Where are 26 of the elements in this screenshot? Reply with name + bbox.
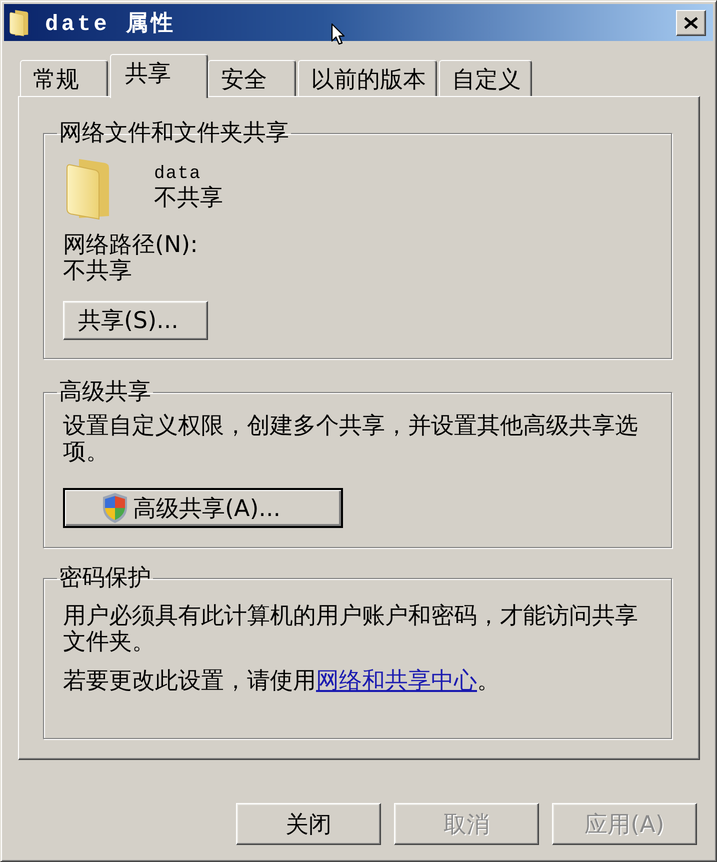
shield-icon (101, 492, 129, 524)
window-title: date 属性 (45, 10, 176, 38)
description-text: 用户必须具有此计算机的用户账户和密码，才能访问共享文件夹。 (63, 603, 639, 655)
tab[interactable]: 自定义 (439, 60, 532, 96)
group-title: 高级共享 (58, 379, 152, 405)
share-button[interactable]: 共享(S)... (63, 301, 208, 340)
close-button[interactable]: 关闭 (236, 803, 381, 845)
network-path-value: 不共享 (63, 258, 133, 284)
advanced-sharing-button[interactable]: 高级共享(A)... (63, 488, 343, 528)
mouse-cursor-icon (331, 23, 345, 45)
network-sharing-center-link[interactable]: 网络和共享中心 (316, 668, 477, 694)
tab[interactable]: 以前的版本 (298, 60, 437, 96)
network-path-label: 网络路径(N): (63, 232, 199, 258)
tab[interactable]: 共享 (110, 54, 208, 98)
group-title: 密码保护 (58, 565, 152, 591)
folder-icon (9, 8, 29, 36)
tab[interactable]: 常规 (20, 60, 108, 96)
description-text: 设置自定义权限，创建多个共享，并设置其他高级共享选项。 (63, 413, 639, 465)
group-title: 网络文件和文件夹共享 (58, 120, 290, 146)
change-settings-text: 若要更改此设置，请使用网络和共享中心。 (63, 668, 501, 694)
close-icon (683, 16, 699, 30)
share-status: 不共享 (154, 185, 223, 211)
window-close-button[interactable] (676, 10, 706, 36)
tab[interactable]: 安全 (208, 60, 296, 96)
folder-icon (65, 158, 111, 220)
folder-name: data (154, 163, 202, 185)
